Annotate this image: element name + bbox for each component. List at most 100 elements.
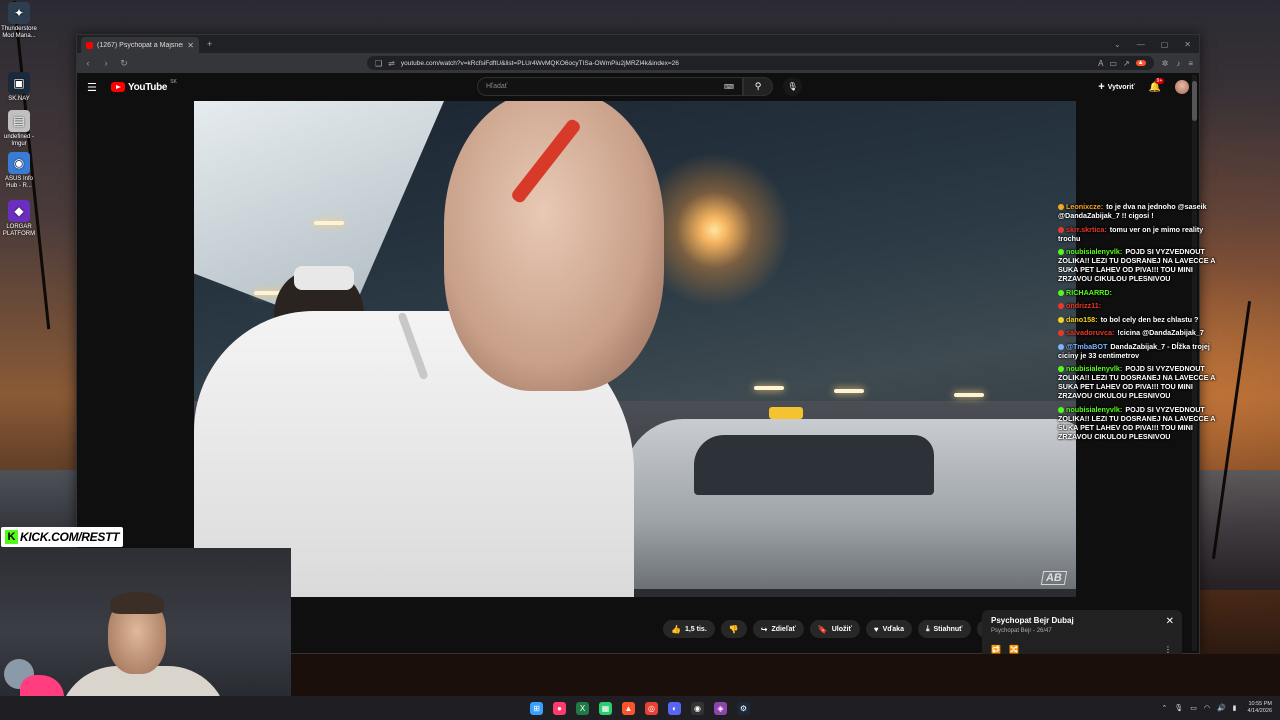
tab-search-icon[interactable]: ⌄ [1114, 40, 1121, 49]
playlist-controls: 🔁 🔀 [991, 645, 1019, 654]
close-playlist-icon[interactable]: ✕ [1166, 616, 1174, 627]
playlist-subtitle: Psychopat Bejr - 26/47 [991, 628, 1052, 634]
wifi-icon[interactable]: ◠ [1204, 704, 1210, 712]
back-icon[interactable]: ‹ [83, 58, 93, 68]
spreadsheet-icon[interactable]: ▦ [599, 701, 612, 715]
maximize-icon[interactable]: ▢ [1161, 40, 1169, 49]
chat-message: salvadoruvca: !cicina @DandaZabijak_7 [1058, 328, 1226, 337]
minimize-icon[interactable]: — [1137, 40, 1145, 49]
search-button[interactable]: ⚲ [743, 77, 773, 96]
avatar[interactable] [1175, 80, 1189, 94]
loop-icon[interactable]: 🔁 [991, 645, 1001, 654]
download-label: Stiahnuť [933, 625, 963, 633]
chat-message: noubisialenyvlk: POJD SI VYZVEDNOUT ZOLIK… [1058, 364, 1226, 400]
playlist-title[interactable]: Psychopat Bejr Dubaj [991, 616, 1173, 625]
search-input[interactable]: Hľadať ⌨ [477, 77, 743, 96]
site-settings-icon[interactable]: ⇌ [388, 59, 395, 68]
chat-message: skrr.skrtica: tomu ver on je mimo reality… [1058, 225, 1226, 243]
bookmark-icon[interactable]: ❑ [375, 59, 382, 68]
thanks-button[interactable]: ♥ Vďaka [865, 620, 912, 638]
desktop-shortcut[interactable]: ◆ LORGAR PLATFORM [0, 200, 38, 238]
youtube-logo[interactable]: YouTube SK [111, 79, 177, 93]
shortcut-icon: ◆ [8, 200, 30, 222]
search-icon: ⚲ [754, 81, 762, 91]
display-icon[interactable]: ▭ [1190, 704, 1197, 712]
create-button[interactable]: + Vytvoriť [1098, 81, 1134, 93]
tab-youtube[interactable]: (1267) Psychopat a Majsner u ✕ [81, 37, 199, 53]
media-icon[interactable]: ♪ [1176, 59, 1180, 68]
shuffle-icon[interactable]: 🔀 [1009, 645, 1019, 654]
shortcut-label: SK.NAY [8, 96, 30, 102]
share-page-icon[interactable]: ↗ [1123, 59, 1130, 68]
webcam-person-hair [110, 592, 164, 614]
discord-icon[interactable]: ◐ [668, 701, 681, 715]
chat-badge-icon [1058, 316, 1064, 323]
maps-pin-icon[interactable]: ● [553, 701, 566, 715]
youtube-play-icon [111, 82, 125, 92]
header-actions: + Vytvoriť 🔔 9+ [1098, 77, 1189, 94]
app-icon[interactable]: ◈ [714, 701, 727, 715]
battery-icon[interactable]: ▮ [1233, 704, 1237, 712]
share-button[interactable]: ↪ Zdieľať [752, 620, 804, 638]
close-window-icon[interactable]: ✕ [1184, 40, 1191, 49]
volume-icon[interactable]: 🔊 [1217, 704, 1226, 712]
notification-badge: 9+ [1154, 77, 1165, 84]
menu-icon[interactable]: ≡ [1188, 59, 1193, 68]
taskbar-apps: ⊞ ● X ▦ ▲ ◎ ◐ ◉ ◈ ⚙ [530, 701, 750, 715]
chat-badge-icon [1058, 249, 1064, 255]
new-tab-icon[interactable]: + [207, 39, 212, 49]
shortcut-icon: ◉ [8, 152, 30, 174]
obs-icon[interactable]: ◉ [691, 701, 704, 715]
like-button[interactable]: 👍 1,5 tis. [663, 620, 715, 638]
playlist-channel[interactable]: Psychopat Bejr [991, 628, 1031, 634]
notifications-button[interactable]: 🔔 9+ [1149, 77, 1165, 93]
windows-start-icon[interactable]: ⊞ [530, 701, 543, 715]
clock[interactable]: 10:55 PM 4/14/2026 [1248, 701, 1272, 715]
bookmark-save-icon: 🔖 [817, 624, 828, 634]
keyboard-icon[interactable]: ⌨ [724, 83, 734, 91]
chat-username: noubisialenyvlk: [1066, 247, 1123, 256]
chat-badge-icon [1058, 289, 1064, 296]
save-button[interactable]: 🔖 Uložiť [809, 620, 860, 638]
voice-search-button[interactable]: 🎙 [783, 77, 802, 96]
translate-icon[interactable]: A [1098, 59, 1103, 68]
video-taxi-sign [769, 407, 803, 419]
download-button[interactable]: ⤓ Stiahnuť [917, 620, 971, 638]
mic-tray-icon[interactable]: 🎙 [1174, 704, 1183, 712]
scrollbar-thumb[interactable] [1192, 81, 1197, 121]
chat-message: Leonixcze: to je dva na jednoho @saseik @… [1058, 202, 1226, 220]
video-player[interactable]: AB [194, 101, 1076, 597]
url-text: youtube.com/watch?v=kRcfsiFdftU&list=PLU… [400, 59, 679, 67]
tray-overflow-icon[interactable]: ⌃ [1161, 704, 1167, 712]
webcam-feed [0, 548, 291, 720]
hamburger-menu-icon[interactable]: ☰ [87, 81, 105, 94]
chat-username: dano158: [1066, 314, 1098, 324]
reload-icon[interactable]: ↻ [119, 58, 129, 69]
chat-badge-icon [1058, 226, 1064, 233]
url-field[interactable]: ❑ ⇌ youtube.com/watch?v=kRcfsiFdftU&list… [367, 56, 1154, 70]
steam-icon[interactable]: ⚙ [737, 701, 750, 715]
kick-logo-icon: K [5, 530, 18, 544]
playlist-position: 26/47 [1036, 628, 1052, 634]
youtube-logo-text: YouTube [128, 81, 168, 93]
desktop-shortcut[interactable]: ▤ undefined - Imgur [0, 110, 38, 148]
chat-username: @TmbaBOT [1066, 341, 1108, 351]
youtube-favicon-icon [86, 41, 93, 49]
cast-icon[interactable]: ▭ [1109, 59, 1117, 68]
stream-chat-overlay: Leonixcze: to je dva na jednoho @saseik @… [1058, 202, 1226, 445]
chat-username: RICHAARRD: [1066, 287, 1112, 297]
desktop-shortcut[interactable]: ▣ SK.NAY [0, 72, 38, 103]
chrome-icon[interactable]: ◎ [645, 701, 658, 715]
shortcut-label: LORGAR PLATFORM [2, 224, 36, 237]
desktop-shortcut[interactable]: ◉ ASUS Info Hub - R... [0, 152, 38, 190]
brave-shields-icon[interactable]: ▲ [1135, 60, 1146, 66]
extensions-icon[interactable]: ✲ [1162, 59, 1169, 68]
excel-icon[interactable]: X [576, 701, 589, 715]
close-tab-icon[interactable]: ✕ [187, 41, 194, 50]
playlist-menu-icon[interactable]: ⋮ [1164, 645, 1172, 654]
brave-icon[interactable]: ▲ [622, 701, 635, 715]
shortcut-icon: ▣ [8, 72, 30, 94]
forward-icon[interactable]: › [101, 58, 111, 68]
desktop-shortcut[interactable]: ✦ Thunderstore Mod Mana... [0, 2, 38, 40]
dislike-button[interactable]: 👎 [720, 620, 747, 638]
